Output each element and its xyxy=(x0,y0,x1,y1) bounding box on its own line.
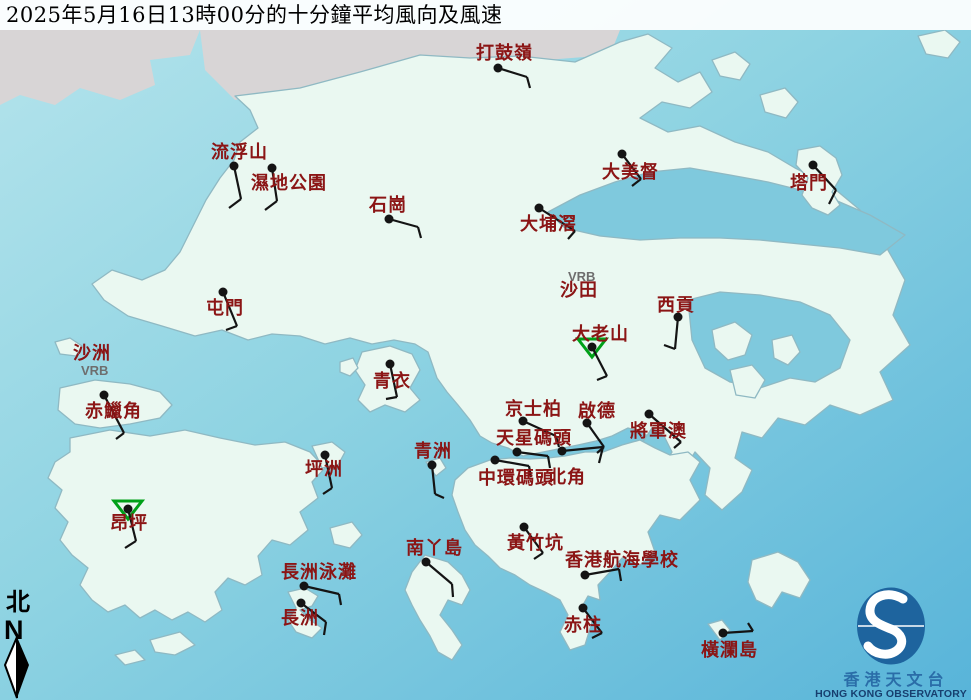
station-label: 打鼓嶺 xyxy=(476,42,533,64)
station-label: 西貢 xyxy=(657,295,695,316)
station-dot xyxy=(558,447,567,456)
station-label: 青洲 xyxy=(414,441,452,462)
station-label: 沙田 xyxy=(560,280,598,301)
station-dot xyxy=(618,150,627,159)
station-label: 長洲 xyxy=(281,608,319,629)
station-label: 赤柱 xyxy=(564,614,602,636)
station-label: 香港航海學校 xyxy=(564,549,679,571)
station-dot xyxy=(520,523,529,532)
station-label: 大埔滘 xyxy=(520,213,577,235)
station-label: 南丫島 xyxy=(406,537,463,559)
station-label: 石崗 xyxy=(368,194,407,216)
station-label: 赤鱲角 xyxy=(85,400,142,422)
station-dot xyxy=(386,360,395,369)
station-dot xyxy=(579,604,588,613)
station-dot xyxy=(494,64,503,73)
station-dot xyxy=(491,456,500,465)
wind-barb-tick xyxy=(452,584,453,597)
station-dot xyxy=(219,288,228,297)
station-dot xyxy=(645,410,654,419)
station-label: 塔門 xyxy=(790,172,828,194)
station-dot xyxy=(809,161,818,170)
station-label: 黃竹坑 xyxy=(506,532,564,554)
vrb-indicator: VRB xyxy=(81,363,108,378)
station-dot xyxy=(581,571,590,580)
compass-cn-label: 北 xyxy=(6,587,30,616)
station-label: 將軍澳 xyxy=(630,420,687,442)
station-label: 天星碼頭 xyxy=(496,428,572,449)
station-dot xyxy=(268,164,277,173)
station-label: 屯門 xyxy=(206,297,244,319)
station-label: 大美督 xyxy=(602,161,659,183)
station-label: 中環碼頭 xyxy=(478,467,554,489)
station-label: 濕地公園 xyxy=(251,172,327,194)
station-label: 啟德 xyxy=(578,400,616,422)
compass-n-label: N xyxy=(4,615,24,645)
station-label: 沙洲 xyxy=(73,343,111,364)
station-label: 大老山 xyxy=(572,323,629,345)
station-label: 青衣 xyxy=(373,370,411,392)
station-label: 昂坪 xyxy=(110,513,148,534)
station-dot xyxy=(535,204,544,213)
map-title: 2025年5月16日13時00分的十分鐘平均風向及風速 xyxy=(0,0,971,30)
station-label: 京士柏 xyxy=(505,398,562,420)
station-dot xyxy=(100,391,109,400)
station-label: 橫瀾島 xyxy=(701,639,758,661)
hko-logo-name-cn: 香港天文台 xyxy=(842,670,948,689)
station-label: 流浮山 xyxy=(211,141,268,163)
station-label: 長洲泳灘 xyxy=(281,561,357,583)
station-label: 坪洲 xyxy=(305,459,343,480)
hong-kong-map: 打鼓嶺流浮山濕地公園石崗大美督塔門大埔滘VRB沙田西貢大老山屯門VRB沙洲赤鱲角… xyxy=(0,0,971,700)
hko-logo-name-en: HONG KONG OBSERVATORY xyxy=(815,688,967,700)
hko-wind-map-page: 2025年5月16日13時00分的十分鐘平均風向及風速 xyxy=(0,0,971,700)
station-dot xyxy=(719,629,728,638)
station-dot xyxy=(297,599,306,608)
